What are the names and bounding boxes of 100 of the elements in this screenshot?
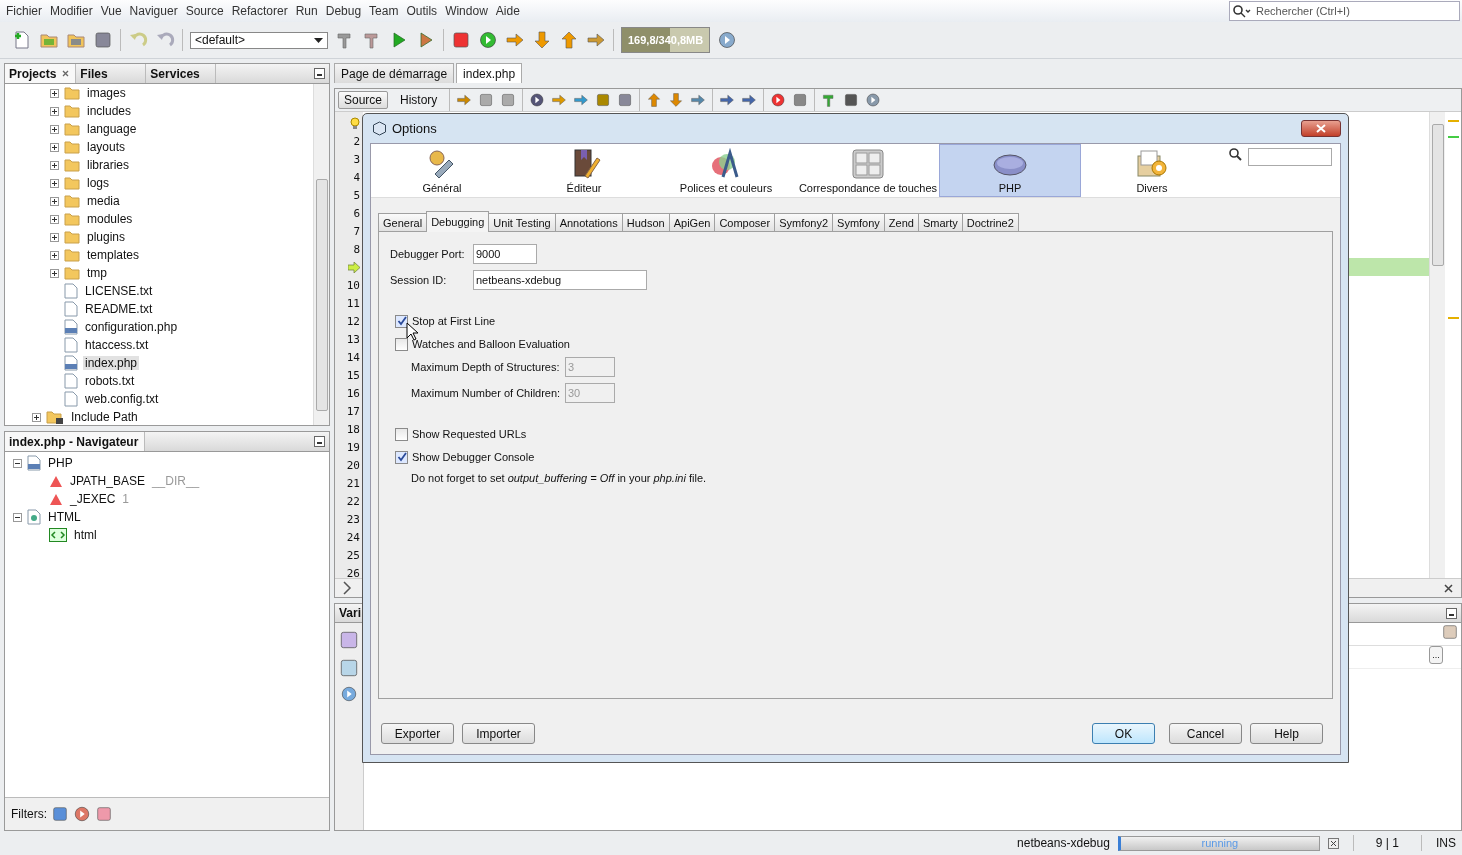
- square-filter-icon[interactable]: [51, 805, 69, 823]
- settings-tab[interactable]: Annotations: [554, 213, 623, 231]
- expand-icon[interactable]: [50, 106, 59, 116]
- checkbox[interactable]: [395, 427, 408, 441]
- close-icon[interactable]: [62, 70, 70, 77]
- cursor-icon[interactable]: [586, 30, 606, 50]
- settings-tab[interactable]: Unit Testing: [488, 213, 556, 231]
- category-button[interactable]: PHP: [939, 144, 1081, 197]
- prev-icon[interactable]: [551, 92, 568, 108]
- dialog-button[interactable]: Exporter: [381, 723, 454, 744]
- tree-item[interactable]: LICENSE.txt: [83, 284, 155, 298]
- stop-icon[interactable]: [792, 92, 809, 108]
- scrollbar[interactable]: [1429, 112, 1445, 578]
- menu-item[interactable]: Source: [181, 4, 228, 18]
- collapse-icon[interactable]: [13, 512, 22, 522]
- tree-item[interactable]: configuration.php: [83, 320, 180, 334]
- expand-icon[interactable]: [50, 124, 59, 134]
- editor-tab[interactable]: Page de démarrage: [334, 63, 455, 83]
- menu-item[interactable]: Vue: [96, 4, 126, 18]
- step-out-icon[interactable]: [559, 30, 579, 50]
- expand-icon[interactable]: [50, 196, 59, 206]
- expand-icon[interactable]: [32, 412, 41, 422]
- minimize-icon[interactable]: [314, 436, 325, 447]
- indent-icon[interactable]: [741, 92, 758, 108]
- view-toggle[interactable]: History: [394, 91, 444, 109]
- more-button[interactable]: ...: [1429, 646, 1443, 664]
- view-toggle[interactable]: Source: [338, 91, 389, 109]
- record-icon[interactable]: [770, 92, 787, 108]
- expand-icon[interactable]: [50, 160, 59, 170]
- category-button[interactable]: Divers: [1081, 144, 1223, 197]
- dialog-button[interactable]: OK: [1092, 723, 1155, 744]
- configuration-dropdown[interactable]: <default>: [190, 31, 328, 49]
- category-button[interactable]: Polices et couleurs: [655, 144, 797, 197]
- settings-tab[interactable]: Hudson: [621, 213, 670, 231]
- tree-item[interactable]: index.php: [83, 356, 140, 370]
- minimize-icon[interactable]: [1446, 608, 1457, 619]
- step-over-icon[interactable]: [505, 30, 525, 50]
- step-into-icon[interactable]: [532, 30, 552, 50]
- continue-icon[interactable]: [478, 30, 498, 50]
- tree-item[interactable]: JPATH_BASE: [68, 474, 147, 488]
- category-button[interactable]: Général: [371, 144, 513, 197]
- text-field[interactable]: 9000: [473, 244, 537, 264]
- dialog-button[interactable]: Cancel: [1169, 723, 1242, 744]
- checkbox-label[interactable]: Show Requested URLs: [412, 428, 527, 440]
- tree-item[interactable]: libraries: [85, 158, 131, 172]
- tree-item[interactable]: plugins: [85, 230, 128, 244]
- expand-icon[interactable]: [50, 214, 59, 224]
- menu-item[interactable]: Outils: [402, 4, 442, 18]
- settings-tab[interactable]: Doctrine2: [961, 213, 1019, 231]
- tree-item[interactable]: language: [85, 122, 139, 136]
- menu-item[interactable]: Debug: [321, 4, 366, 18]
- search-field[interactable]: Rechercher (Ctrl+I): [1229, 1, 1460, 21]
- panel-tab[interactable]: Services: [146, 64, 217, 83]
- checkbox[interactable]: [395, 450, 408, 464]
- up-icon[interactable]: [646, 92, 663, 108]
- checkbox-label[interactable]: Watches and Balloon Evaluation: [412, 338, 570, 350]
- expand-icon[interactable]: [50, 232, 59, 242]
- settings-tab[interactable]: General: [378, 213, 428, 231]
- checkbox[interactable]: [395, 314, 408, 328]
- menu-item[interactable]: Run: [291, 4, 322, 18]
- unindent-icon[interactable]: [719, 92, 736, 108]
- tree-item[interactable]: tmp: [85, 266, 109, 280]
- next-icon[interactable]: [573, 92, 590, 108]
- tree-item[interactable]: layouts: [85, 140, 128, 154]
- dialog-button[interactable]: Help: [1250, 723, 1323, 744]
- collapse-icon[interactable]: [13, 458, 22, 468]
- settings-tab[interactable]: Symfony2: [774, 213, 834, 231]
- tree-item[interactable]: logs: [85, 176, 111, 190]
- tree-item[interactable]: HTML: [46, 510, 83, 524]
- tree-item[interactable]: README.txt: [83, 302, 155, 316]
- panel-tab[interactable]: Projects: [5, 64, 77, 83]
- menu-item[interactable]: Aide: [491, 4, 524, 18]
- checkbox[interactable]: [395, 337, 408, 351]
- tree-item[interactable]: images: [85, 86, 128, 100]
- scrollbar[interactable]: [313, 84, 329, 425]
- minimize-icon[interactable]: [314, 68, 325, 79]
- settings-tab[interactable]: Debugging: [426, 211, 490, 232]
- settings-tab[interactable]: ApiGen: [668, 213, 716, 231]
- panel-tab[interactable]: Files: [76, 64, 147, 83]
- tree-item[interactable]: html: [72, 528, 99, 542]
- close-button[interactable]: [1301, 120, 1341, 137]
- checkbox-label[interactable]: Show Debugger Console: [412, 451, 535, 463]
- expand-icon[interactable]: [50, 250, 59, 260]
- new-file-icon[interactable]: [12, 30, 32, 50]
- tree-item[interactable]: modules: [85, 212, 135, 226]
- back-icon[interactable]: [456, 92, 473, 108]
- settings-tab[interactable]: Smarty: [917, 213, 963, 231]
- category-button[interactable]: Correspondance de touches: [797, 144, 939, 197]
- checkbox-label[interactable]: Stop at First Line: [412, 315, 496, 327]
- expand-icon[interactable]: [50, 178, 59, 188]
- tree-item[interactable]: PHP: [46, 456, 75, 470]
- tree-item[interactable]: templates: [85, 248, 142, 262]
- dialog-button[interactable]: Importer: [462, 723, 535, 744]
- tree-item[interactable]: robots.txt: [83, 374, 137, 388]
- menu-item[interactable]: Window: [441, 4, 492, 18]
- expand-icon[interactable]: [50, 88, 59, 98]
- chevron-icon[interactable]: [341, 581, 353, 595]
- editor-tab[interactable]: index.php: [456, 63, 523, 83]
- close-icon[interactable]: [1444, 583, 1453, 593]
- settings-tab[interactable]: Symfony: [832, 213, 885, 231]
